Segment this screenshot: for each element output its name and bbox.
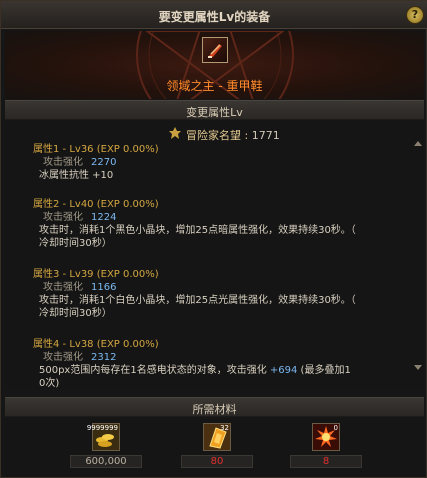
attribute-description: 攻击时，消耗1个黑色小晶块，增加25点暗属性强化，效果持续30秒。（ [39,225,356,236]
description-text: (最多叠加1 [297,365,351,376]
material-count-badge: 32 [220,424,229,432]
description-text: 500px范围内每存在1名感电状态的对象，攻击强化 [39,365,270,376]
attribute-header: 属性4 - Lv38 (EXP 0.00%) [33,339,159,350]
fame-icon [169,127,181,139]
attribute-description: 攻击时，消耗1个白色小晶块，增加25点光属性强化，效果持续30秒。（ [39,295,356,306]
item-name: 领域之主 - 重甲鞋 [166,79,263,93]
change-section-title: 变更属性Lv [186,106,243,119]
material-count-badge: 9999999 [86,424,118,432]
material-required-quantity: 8 [290,455,362,468]
equipment-attribute-panel: 要变更属性Lv的装备 ? 领域之主 - 重甲鞋 变更属性Lv 冒险家名望 : 1 [0,0,427,478]
attribute-list[interactable]: 冒险家名望 : 1771 属性1 - Lv36 (EXP 0.00%) 攻击强化… [5,121,424,389]
material-slot-gold[interactable]: 9999999 [87,423,120,451]
attribute-block-1[interactable]: 属性1 - Lv36 (EXP 0.00%) 攻击强化 2270 冰属性抗性 +1… [33,140,403,181]
attribute-description: 冰属性抗性 +10 [39,170,114,181]
material-required-quantity: 600,000 [70,455,142,468]
equipment-slot[interactable] [202,37,228,63]
material-slot-orb[interactable]: 0 [312,423,340,451]
materials-section-title: 所需材料 [192,403,237,416]
item-slot-area: 领域之主 - 重甲鞋 [5,31,424,99]
materials-area: 9999999 600,000 32 80 0 8 [5,419,424,477]
materials-section-header: 所需材料 [5,397,424,417]
boots-icon [208,44,222,58]
description-number: +694 [269,365,298,376]
attribute-header: 属性3 - Lv39 (EXP 0.00%) [33,269,159,280]
window-title: 要变更属性Lv的装备 [158,10,271,24]
attribute-block-2[interactable]: 属性2 - Lv40 (EXP 0.00%) 攻击强化 1224 攻击时，消耗1个… [33,195,403,249]
material-slot-crystal[interactable]: 32 [203,423,231,451]
attribute-description: 500px范围内每存在1名感电状态的对象，攻击强化 +694 (最多叠加1 [33,361,403,376]
material-required-quantity: 80 [181,455,253,468]
scroll-up-arrow-icon[interactable] [414,141,422,146]
attribute-header: 属性2 - Lv40 (EXP 0.00%) [33,199,159,210]
scroll-down-arrow-icon[interactable] [414,365,422,370]
attribute-block-3[interactable]: 属性3 - Lv39 (EXP 0.00%) 攻击强化 1166 攻击时，消耗1个… [33,265,403,319]
material-count-badge: 0 [333,424,338,432]
attribute-block-4[interactable]: 属性4 - Lv38 (EXP 0.00%) 攻击强化 2312 500px范围内… [33,335,403,389]
attribute-header: 属性1 - Lv36 (EXP 0.00%) [33,144,159,155]
change-section-header: 变更属性Lv [5,100,424,120]
title-bar[interactable]: 要变更属性Lv的装备 ? [1,1,427,29]
help-button[interactable]: ? [406,6,424,24]
